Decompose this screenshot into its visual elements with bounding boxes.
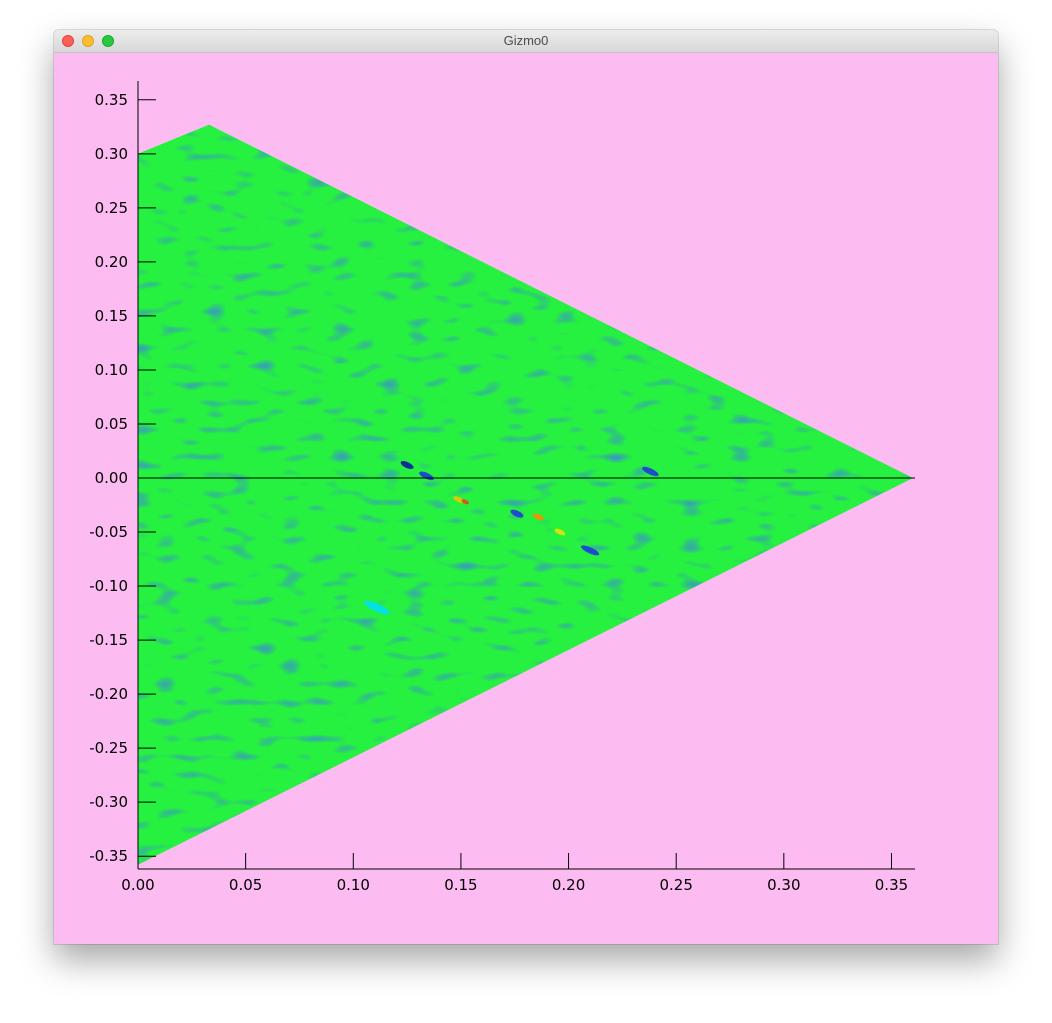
heatmap-chart: 0.35 0.30 0.25 0.20 0.15 0.10 0.05 0.00 -0.05 -0.… xyxy=(89,81,915,894)
y-tick-label: 0.25 xyxy=(95,199,128,217)
y-tick-label: -0.20 xyxy=(89,685,128,703)
window-title: Gizmo0 xyxy=(503,33,549,48)
x-tick-label: 0.30 xyxy=(767,876,800,894)
x-tick-label: 0.35 xyxy=(875,876,908,894)
x-tick-label: 0.00 xyxy=(121,876,154,894)
heatmap-region xyxy=(138,124,913,865)
x-tick-label: 0.10 xyxy=(337,876,370,894)
y-tick-label: -0.05 xyxy=(89,523,128,541)
y-tick-label: 0.00 xyxy=(95,469,128,487)
y-tick-label: -0.30 xyxy=(89,793,128,811)
x-tick-label: 0.20 xyxy=(552,876,585,894)
title-bar[interactable]: Gizmo0 xyxy=(54,30,998,53)
y-tick-label: -0.25 xyxy=(89,739,128,757)
y-tick-label: -0.35 xyxy=(89,847,128,865)
y-tick-label: 0.30 xyxy=(95,145,128,163)
y-tick-label: 0.20 xyxy=(95,253,128,271)
x-tick-label: 0.05 xyxy=(229,876,262,894)
y-tick-label: -0.10 xyxy=(89,577,128,595)
plot-window: Gizmo0 0.35 0.30 0.25 0.20 0.15 0.10 0.0… xyxy=(54,30,998,944)
y-tick-label: -0.15 xyxy=(89,631,128,649)
y-tick-label: 0.35 xyxy=(95,91,128,109)
plot-area: 0.35 0.30 0.25 0.20 0.15 0.10 0.05 0.00 -0.05 -0.… xyxy=(54,53,998,944)
x-tick-label: 0.15 xyxy=(444,876,477,894)
y-tick-label: 0.10 xyxy=(95,361,128,379)
y-tick-label: 0.15 xyxy=(95,307,128,325)
y-tick-label: 0.05 xyxy=(95,415,128,433)
x-tick-label: 0.25 xyxy=(659,876,692,894)
